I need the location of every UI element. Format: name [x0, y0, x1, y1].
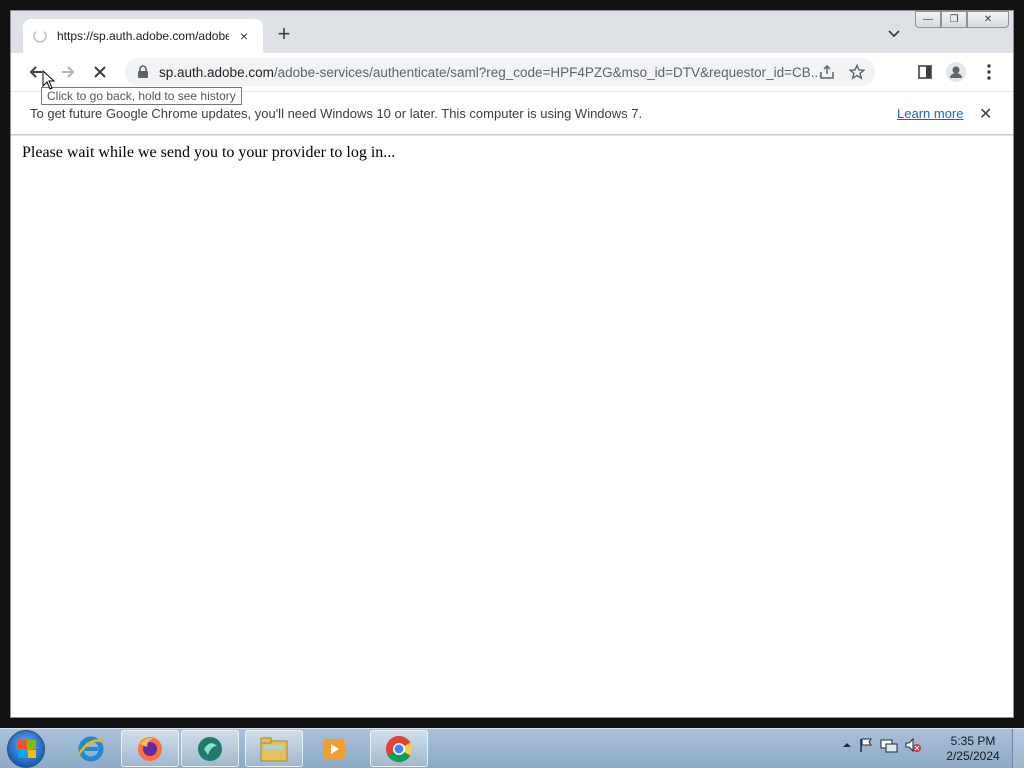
window-close-button[interactable]: ✕ [967, 11, 1009, 28]
omnibox-actions [819, 64, 865, 80]
forward-button[interactable] [57, 61, 79, 83]
taskbar-chrome[interactable] [370, 730, 428, 767]
infobar-message: To get future Google Chrome updates, you… [30, 106, 643, 121]
profile-button[interactable] [946, 62, 966, 82]
side-panel-button[interactable] [915, 62, 935, 82]
infobar-close-button[interactable]: ✕ [979, 104, 992, 124]
chrome-icon [385, 735, 413, 762]
show-desktop-button[interactable] [1012, 729, 1024, 768]
browser-tab[interactable]: https://sp.auth.adobe.com/adobe-services… [23, 19, 263, 53]
mouse-cursor-icon [42, 70, 56, 90]
new-tab-button[interactable]: + [273, 23, 295, 46]
system-tray [842, 737, 922, 753]
kebab-menu-icon [987, 64, 991, 80]
taskbar: 5:35 PM 2/25/2024 [0, 728, 1024, 768]
internet-explorer-icon [77, 736, 105, 761]
windows-logo-icon [18, 740, 36, 758]
media-app-icon [198, 736, 222, 761]
restore-button[interactable]: ❐ [941, 11, 967, 28]
folder-icon [260, 737, 288, 761]
stop-loading-button[interactable] [89, 61, 111, 83]
chrome-window: https://sp.auth.adobe.com/adobe-services… [10, 10, 1014, 718]
tab-title: https://sp.auth.adobe.com/adobe-services… [57, 29, 229, 43]
bookmark-star-icon[interactable] [849, 64, 865, 80]
title-bar: https://sp.auth.adobe.com/adobe-services… [11, 11, 1013, 53]
tab-search-chevron-icon[interactable] [887, 27, 901, 41]
side-panel-icon [918, 65, 932, 79]
forward-arrow-icon [62, 66, 75, 78]
firefox-icon [138, 736, 162, 761]
redirect-message: Please wait while we send you to your pr… [22, 144, 396, 161]
start-button[interactable] [7, 730, 45, 768]
url-path: /adobe-services/authenticate/saml?reg_co… [273, 64, 822, 80]
taskbar-media-player[interactable] [305, 730, 363, 767]
minimize-button[interactable]: — [915, 11, 941, 28]
menu-button[interactable] [979, 62, 999, 82]
taskbar-file-explorer[interactable] [245, 730, 303, 767]
window-controls: — ❐ ✕ [915, 11, 1009, 28]
url-text: sp.auth.adobe.com/adobe-services/authent… [159, 65, 839, 80]
back-button-tooltip: Click to go back, hold to see history [41, 87, 242, 105]
taskbar-internet-explorer[interactable] [62, 730, 120, 767]
taskbar-clock[interactable]: 5:35 PM 2/25/2024 [940, 734, 1006, 764]
toolbar: sp.auth.adobe.com/adobe-services/authent… [11, 53, 1013, 91]
clock-time: 5:35 PM [950, 734, 996, 748]
loading-spinner-icon [33, 29, 47, 43]
share-icon[interactable] [819, 64, 835, 80]
lock-icon[interactable] [137, 65, 149, 79]
url-host: sp.auth.adobe.com [159, 64, 274, 80]
profile-avatar-icon [946, 62, 966, 82]
tab-close-button[interactable]: × [235, 28, 253, 44]
page-content: Please wait while we send you to your pr… [11, 136, 1013, 717]
volume-muted-icon[interactable] [904, 737, 922, 753]
stop-x-icon [94, 66, 106, 78]
learn-more-link[interactable]: Learn more [897, 106, 963, 121]
show-hidden-icons-icon[interactable] [842, 740, 852, 750]
media-player-icon [323, 738, 345, 759]
taskbar-media-app[interactable] [181, 730, 239, 767]
network-icon[interactable] [880, 737, 898, 753]
action-center-flag-icon[interactable] [858, 737, 874, 753]
taskbar-firefox[interactable] [121, 730, 179, 767]
address-bar[interactable]: sp.auth.adobe.com/adobe-services/authent… [125, 58, 875, 86]
clock-date: 2/25/2024 [946, 749, 1000, 763]
